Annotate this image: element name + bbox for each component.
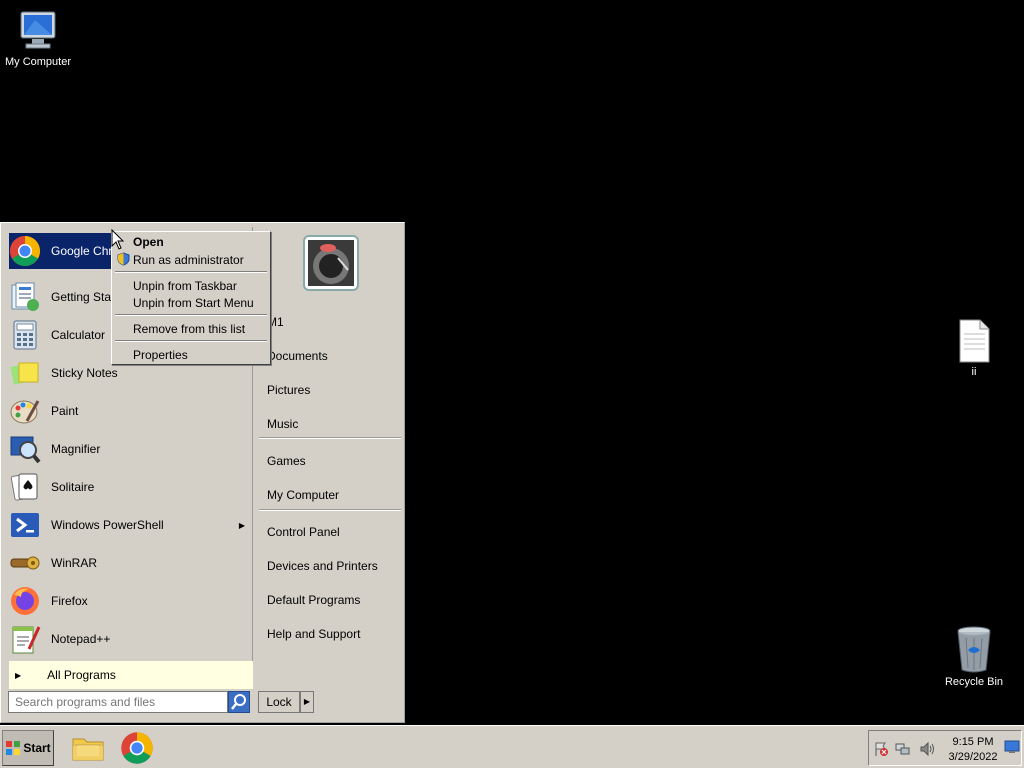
- program-label: Calculator: [51, 328, 106, 342]
- network-icon[interactable]: [895, 741, 911, 757]
- taskbar-file-explorer[interactable]: [70, 730, 106, 766]
- all-programs-label: All Programs: [47, 668, 116, 682]
- program-notepadpp[interactable]: Notepad++: [9, 621, 249, 657]
- program-label: Solitaire: [51, 480, 95, 494]
- context-divider: [115, 271, 267, 273]
- shutdown-options-button[interactable]: ▶: [300, 691, 314, 713]
- clock-date: 3/29/2022: [948, 751, 998, 763]
- chrome-icon: [121, 732, 153, 764]
- taskbar-google-chrome[interactable]: [119, 730, 155, 766]
- program-solitaire[interactable]: Solitaire: [9, 469, 249, 505]
- lock-button[interactable]: Lock: [258, 691, 300, 713]
- start-search-input[interactable]: [8, 691, 228, 713]
- submenu-arrow-icon: ▶: [238, 520, 245, 530]
- user-avatar-icon: [308, 240, 354, 286]
- show-desktop-icon[interactable]: [1004, 740, 1020, 754]
- program-firefox[interactable]: Firefox: [9, 583, 249, 619]
- desktop-icon-my-computer[interactable]: My Computer: [0, 8, 76, 68]
- all-programs-arrow-icon: ▶: [15, 670, 22, 680]
- uac-shield-icon: [117, 252, 130, 266]
- places-default-programs[interactable]: Default Programs: [267, 593, 360, 607]
- places-devices-printers[interactable]: Devices and Printers: [267, 559, 378, 573]
- computer-icon: [20, 11, 56, 49]
- context-divider: [115, 314, 267, 316]
- program-label: Notepad++: [51, 632, 111, 646]
- magnifier-icon: [10, 436, 41, 464]
- firefox-icon: [11, 587, 39, 615]
- program-label: Windows PowerShell: [51, 518, 164, 532]
- folder-icon: [72, 738, 104, 761]
- taskbar: Start 9:15 PM 3/29/2022: [0, 725, 1024, 768]
- places-help-support[interactable]: Help and Support: [267, 627, 360, 641]
- program-label: Firefox: [51, 594, 88, 608]
- program-label: Paint: [51, 404, 79, 418]
- document-icon: [959, 319, 990, 363]
- windows-logo-icon: [6, 741, 21, 755]
- program-label: WinRAR: [51, 556, 98, 570]
- paint-icon: [10, 400, 40, 424]
- powershell-icon: [11, 513, 39, 537]
- start-button[interactable]: Start: [2, 730, 54, 766]
- program-label: Sticky Notes: [51, 366, 118, 380]
- user-picture[interactable]: [303, 235, 359, 291]
- desktop-icon-label: Recycle Bin: [944, 676, 1004, 688]
- context-remove-list[interactable]: Remove from this list: [133, 322, 245, 336]
- action-center-flag-icon[interactable]: [873, 741, 889, 757]
- search-icon: [231, 694, 246, 710]
- places-pictures[interactable]: Pictures: [267, 383, 310, 397]
- context-divider: [115, 340, 267, 342]
- program-magnifier[interactable]: Magnifier: [9, 431, 249, 467]
- clock-time: 9:15 PM: [952, 736, 994, 748]
- program-winrar[interactable]: WinRAR: [9, 545, 249, 581]
- search-button[interactable]: [228, 691, 250, 713]
- context-menu: Open Run as administrator Unpin from Tas…: [111, 231, 271, 365]
- chrome-icon: [9, 236, 41, 267]
- mouse-cursor-icon: [111, 229, 125, 250]
- context-open[interactable]: Open: [133, 235, 164, 249]
- solitaire-icon: [10, 473, 38, 501]
- sticky-notes-icon: [10, 362, 39, 385]
- desktop-icon-label: My Computer: [4, 56, 72, 68]
- context-unpin-taskbar[interactable]: Unpin from Taskbar: [133, 279, 237, 293]
- desktop-icon-label: ii: [971, 366, 977, 378]
- program-label: Magnifier: [51, 442, 101, 456]
- desktop-icon-file[interactable]: ii: [936, 318, 1012, 378]
- recycle-bin-icon: [957, 626, 991, 673]
- program-windows-powershell[interactable]: Windows PowerShell ▶: [9, 507, 249, 543]
- notepadpp-icon: [12, 626, 41, 654]
- places-games[interactable]: Games: [267, 454, 306, 468]
- context-unpin-start[interactable]: Unpin from Start Menu: [133, 296, 254, 310]
- winrar-icon: [10, 556, 40, 570]
- start-label: Start: [23, 741, 51, 755]
- all-programs-button[interactable]: ▶ All Programs: [9, 661, 253, 689]
- program-paint[interactable]: Paint: [9, 393, 249, 429]
- places-control-panel[interactable]: Control Panel: [267, 525, 340, 539]
- desktop-icon-recycle-bin[interactable]: Recycle Bin: [936, 624, 1012, 688]
- places-my-computer[interactable]: My Computer: [267, 488, 339, 502]
- start-menu-places-pane: M1 Documents Pictures Music Games My Com…: [257, 227, 403, 687]
- places-divider: [259, 437, 401, 439]
- chevron-right-icon: ▶: [303, 697, 311, 706]
- getting-started-icon: [11, 282, 39, 311]
- volume-icon[interactable]: [919, 741, 935, 757]
- places-documents[interactable]: Documents: [267, 349, 328, 363]
- places-divider: [259, 509, 401, 511]
- calculator-icon: [13, 320, 37, 350]
- clock[interactable]: 9:15 PM 3/29/2022: [941, 735, 1005, 765]
- context-run-as-admin[interactable]: Run as administrator: [133, 253, 244, 267]
- system-tray: 9:15 PM 3/29/2022: [868, 730, 1022, 766]
- places-music[interactable]: Music: [267, 417, 298, 431]
- context-properties[interactable]: Properties: [133, 348, 188, 362]
